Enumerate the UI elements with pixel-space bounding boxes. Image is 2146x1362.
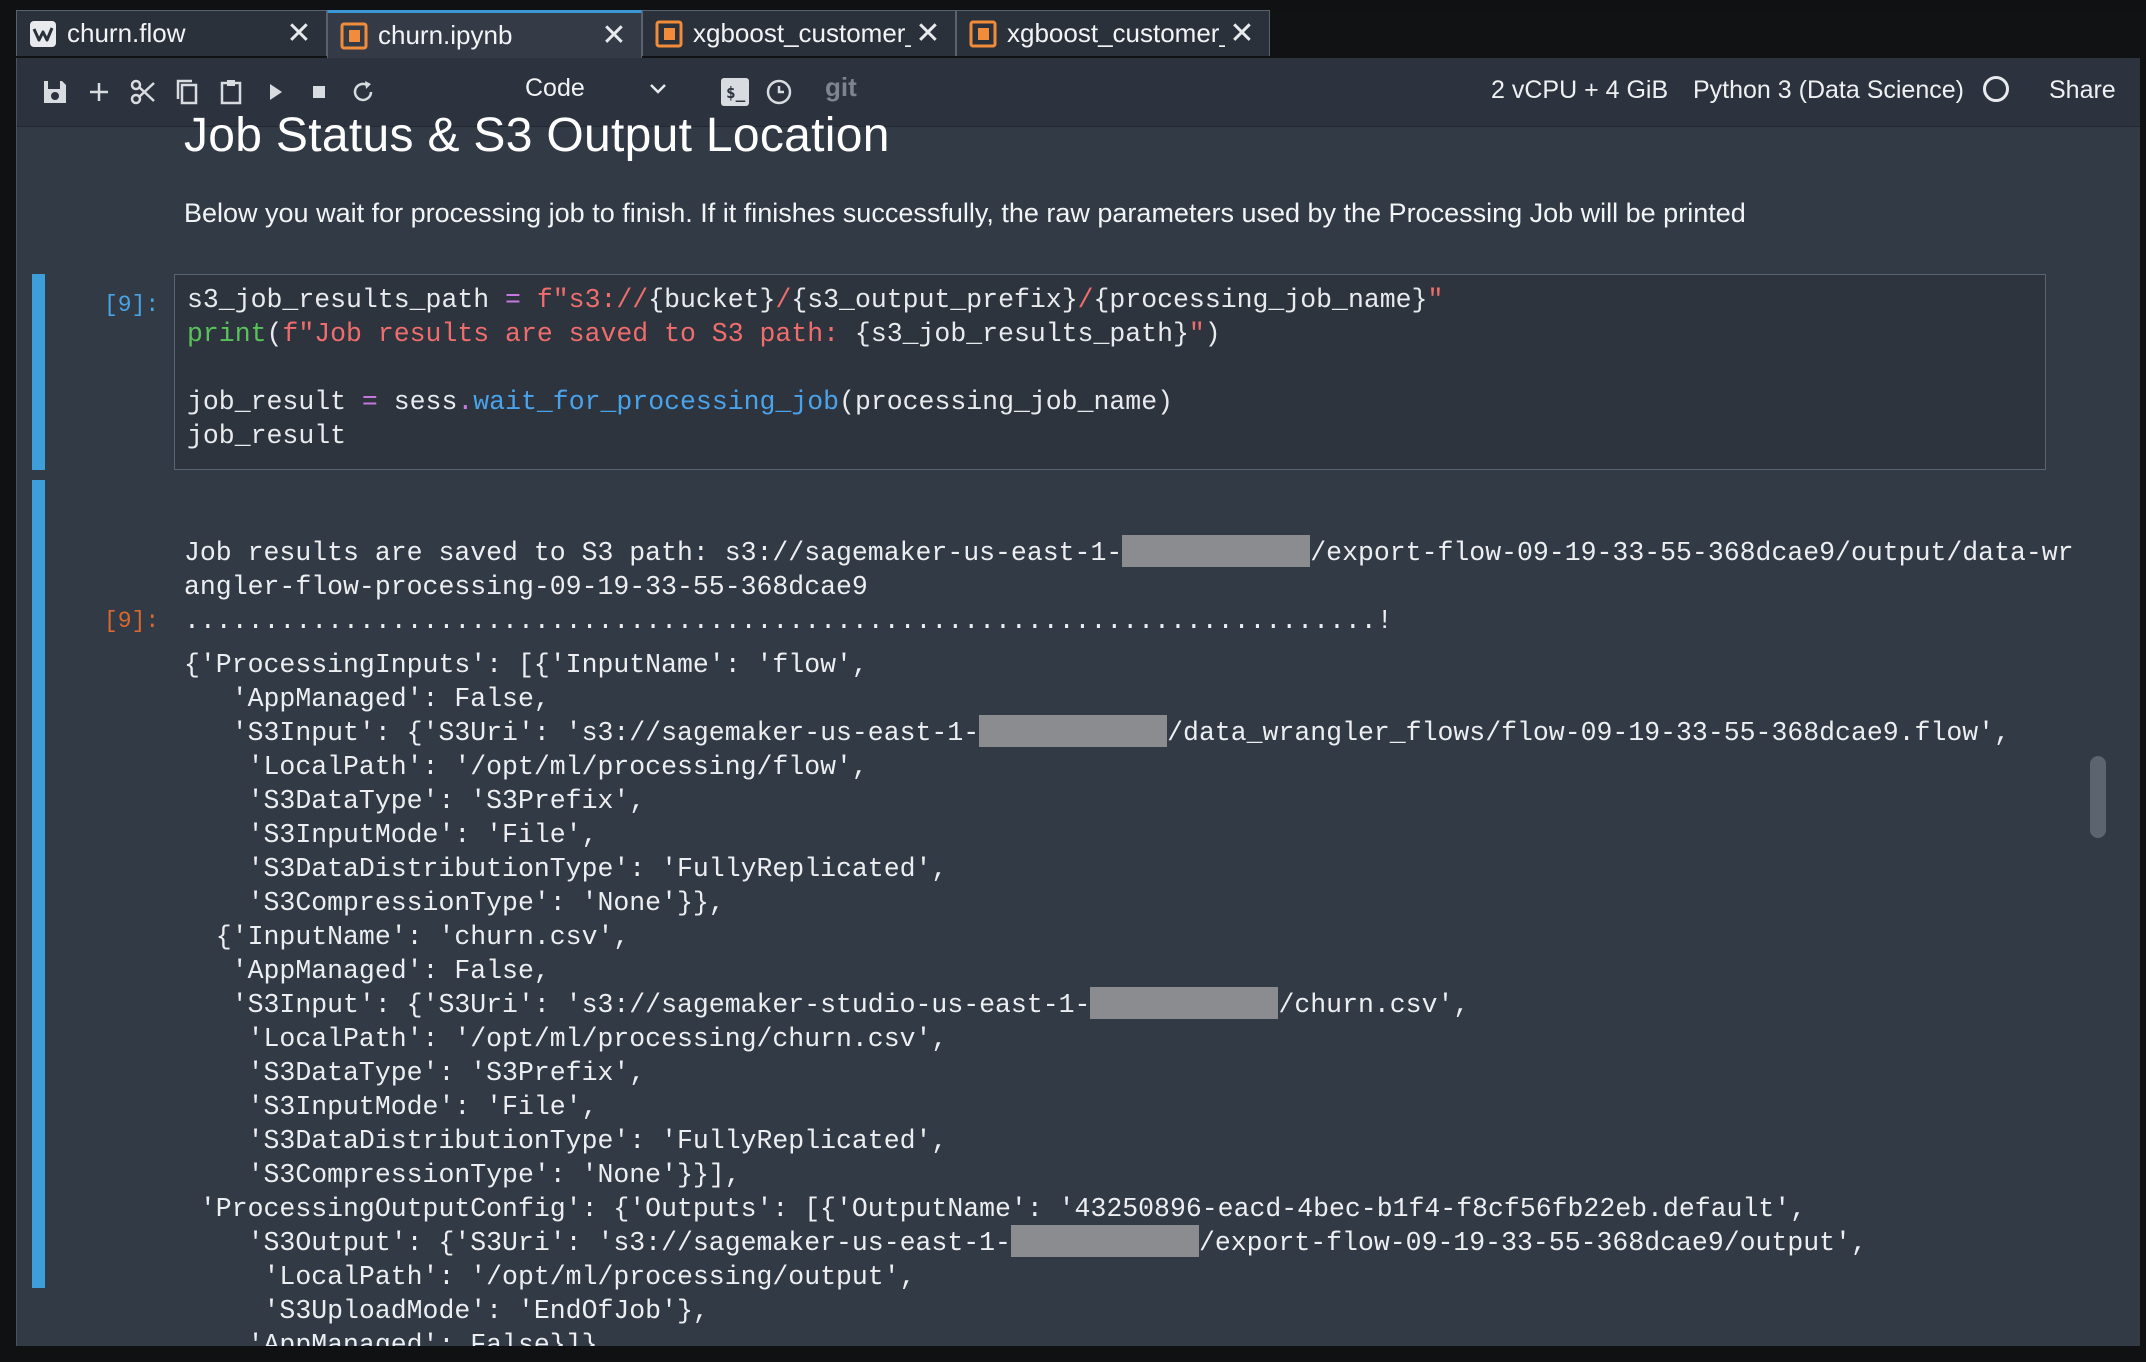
result-line: {'InputName': 'churn.csv', [184,922,630,952]
flow-icon [30,20,56,47]
code-line: print(f"Job results are saved to S3 path… [187,319,1221,349]
chevron-down-icon[interactable] [647,78,669,100]
cut-icon[interactable] [127,76,159,108]
markdown-heading: Job Status & S3 Output Location [184,109,890,162]
result-line: 'AppManaged': False, [184,956,550,986]
tab-churn-flow[interactable]: churn.flow ✕ [16,10,327,56]
redacted-account-id [979,715,1168,747]
cell-type-select[interactable]: Code [525,74,585,103]
result-line: 'ProcessingOutputConfig': {'Outputs': [{… [184,1194,1807,1224]
clock-icon[interactable] [763,76,795,108]
kernel-status-icon [1983,76,2009,102]
tab-xgboost-1[interactable]: xgboost_customer_churn_v1_ ✕ [642,10,956,56]
save-icon[interactable] [39,76,71,108]
stdout-line: Job results are saved to S3 path: s3://s… [184,535,2074,570]
kernel-name[interactable]: Python 3 (Data Science) [1693,76,1964,105]
tab-label: churn.ipynb [378,20,513,50]
result-line: 'S3DataType': 'S3Prefix', [184,786,646,816]
redacted-account-id [1010,1225,1199,1257]
share-button[interactable]: Share [2049,76,2116,105]
redacted-account-id [1122,535,1311,567]
result-line: 'S3InputMode': 'File', [184,1092,598,1122]
result-line: 'LocalPath': '/opt/ml/processing/churn.c… [184,1024,948,1054]
stop-icon[interactable] [303,76,335,108]
instance-type[interactable]: 2 vCPU + 4 GiB [1491,76,1668,105]
close-icon[interactable]: ✕ [282,18,316,49]
notebook-icon [969,20,997,47]
stdout-line: angler-flow-processing-09-19-33-55-368dc… [184,572,868,602]
result-line: 'S3CompressionType': 'None'}}], [184,1160,741,1190]
result-line: 'LocalPath': '/opt/ml/processing/output'… [184,1262,916,1292]
result-line: 'S3Output': {'S3Uri': 's3://sagemaker-us… [184,1225,1867,1260]
git-button[interactable]: git [825,72,857,103]
result-line: 'S3DataType': 'S3Prefix', [184,1058,646,1088]
notebook-icon [340,22,368,49]
output-collapser[interactable] [32,480,45,1288]
result-line: 'S3UploadMode': 'EndOfJob'}, [184,1296,709,1326]
result-line: 'LocalPath': '/opt/ml/processing/flow', [184,752,868,782]
restart-icon[interactable] [347,76,379,108]
close-icon[interactable]: ✕ [911,18,945,49]
paste-icon[interactable] [215,76,247,108]
redacted-account-id [1090,987,1279,1019]
output-prompt: [9]: [104,608,160,634]
tab-label: churn.flow [67,18,186,48]
tab-churn-ipynb[interactable]: churn.ipynb ✕ [327,10,642,58]
code-line: job_result = sess.wait_for_processing_jo… [187,387,1174,417]
input-collapser[interactable] [32,274,45,470]
notebook-icon [655,20,683,47]
svg-text:$_: $_ [726,83,746,102]
code-editor[interactable]: s3_job_results_path = f"s3://{bucket}/{s… [174,274,2046,470]
result-line: {'ProcessingInputs': [{'InputName': 'flo… [184,650,868,680]
tab-label: xgboost_customer_churn_v1. [1007,18,1225,48]
close-icon[interactable]: ✕ [1225,18,1259,49]
scrollbar-thumb[interactable] [2090,756,2106,838]
add-cell-icon[interactable] [83,76,115,108]
result-line: 'S3Input': {'S3Uri': 's3://sagemaker-us-… [184,715,2010,750]
copy-icon[interactable] [171,76,203,108]
tab-xgboost-2[interactable]: xgboost_customer_churn_v1. ✕ [956,10,1270,56]
close-icon[interactable]: ✕ [597,20,631,51]
result-line: 'S3Input': {'S3Uri': 's3://sagemaker-stu… [184,987,1469,1022]
tab-label: xgboost_customer_churn_v1_ [693,18,911,48]
terminal-icon[interactable]: $_ [719,76,751,108]
result-line: 'S3DataDistributionType': 'FullyReplicat… [184,854,948,884]
code-line: s3_job_results_path = f"s3://{bucket}/{s… [187,285,1444,315]
code-line: job_result [187,421,347,451]
result-line: 'AppManaged': False, [184,684,550,714]
run-icon[interactable] [259,76,291,108]
result-line: 'S3CompressionType': 'None'}}, [184,888,725,918]
input-prompt: [9]: [104,292,160,318]
markdown-paragraph: Below you wait for processing job to fin… [184,198,1746,228]
tab-bar: churn.flow ✕ churn.ipynb ✕ xgboost_custo… [16,10,2146,58]
stdout-line: ........................................… [184,606,1393,636]
result-line: 'S3DataDistributionType': 'FullyReplicat… [184,1126,948,1156]
window-bottom-edge [0,1346,2146,1360]
result-line: 'S3InputMode': 'File', [184,820,598,850]
